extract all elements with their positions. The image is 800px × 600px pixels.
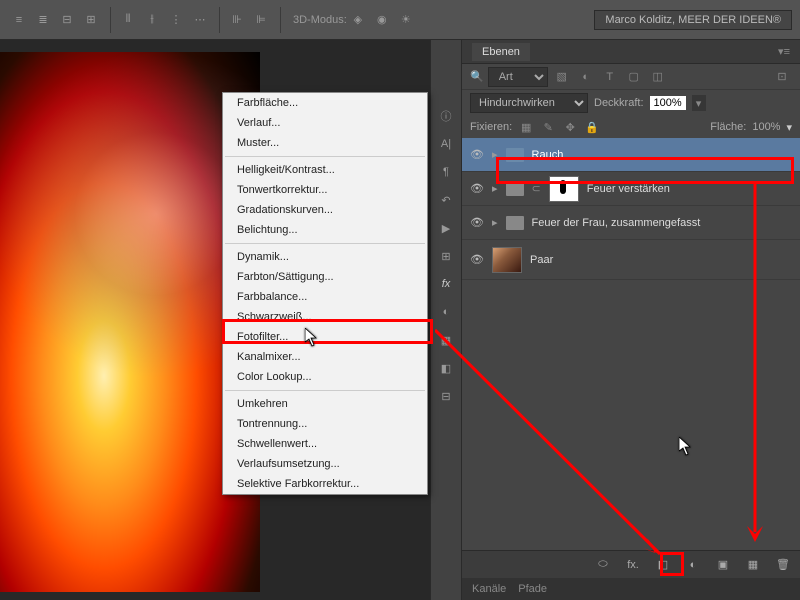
distribute-icon[interactable]: ⫴ (117, 9, 139, 31)
opacity-arrow-icon[interactable]: ▾ (692, 95, 706, 111)
document-canvas[interactable] (0, 52, 260, 592)
visibility-icon[interactable]: 👁 (470, 148, 484, 161)
menu-item[interactable]: Umkehren (223, 394, 427, 414)
menu-item[interactable]: Kanalmixer... (223, 347, 427, 367)
align-icon[interactable]: ≡ (8, 9, 30, 31)
menu-item[interactable]: Schwellenwert... (223, 434, 427, 454)
filter-smart-icon[interactable]: ◫ (648, 69, 668, 85)
space-icon[interactable]: ⊪ (226, 9, 248, 31)
adjustment-layer-icon[interactable]: ◐ (684, 559, 702, 571)
layer-filter-row: 🔍 Art ▧ ◐ T ▢ ◫ ⊡ (462, 64, 800, 90)
options-bar: ≡ ≣ ⊟ ⊞ ⫴ ⫲ ⋮ ⋯ ⊪ ⊫ 3D-Modus: ◈ ◉ ☀ Marc… (0, 0, 800, 40)
new-group-icon[interactable]: ▣ (714, 558, 732, 571)
type-panel-icon[interactable]: A| (434, 132, 458, 156)
tab-paths[interactable]: Pfade (518, 583, 547, 595)
fill-arrow-icon[interactable]: ▾ (786, 121, 792, 134)
menu-item[interactable]: Belichtung... (223, 220, 427, 240)
layer-row-rauch[interactable]: 👁 ▸ Rauch (462, 138, 800, 172)
light-icon[interactable]: ☀ (395, 9, 417, 31)
fill-value[interactable]: 100% (752, 121, 780, 133)
menu-item[interactable]: Gradationskurven... (223, 200, 427, 220)
menu-item[interactable]: Farbfläche... (223, 93, 427, 113)
filter-shape-icon[interactable]: ▢ (624, 69, 644, 85)
menu-item[interactable]: Color Lookup... (223, 367, 427, 387)
menu-separator (225, 243, 425, 244)
mode3d-label: 3D-Modus: (293, 14, 347, 26)
info-icon[interactable]: ⓘ (434, 104, 458, 128)
blend-mode-select[interactable]: Hindurchwirken (470, 93, 588, 113)
filter-toggle-icon[interactable]: ⊡ (772, 69, 792, 85)
filter-type-select[interactable]: Art (488, 67, 548, 87)
tab-channels[interactable]: Kanäle (472, 583, 506, 595)
menu-separator (225, 156, 425, 157)
menu-item[interactable]: Tonwertkorrektur... (223, 180, 427, 200)
cursor-icon (679, 437, 693, 457)
new-layer-icon[interactable]: ▦ (744, 558, 762, 571)
menu-item[interactable]: Selektive Farbkorrektur... (223, 474, 427, 494)
blend-row: Hindurchwirken Deckkraft: 100% ▾ (462, 90, 800, 116)
panel-tabs: Ebenen ▾≡ (462, 40, 800, 64)
menu-item[interactable]: Verlaufsumsetzung... (223, 454, 427, 474)
layer-name[interactable]: Rauch (532, 149, 564, 161)
annotation-arrow-1 (435, 180, 685, 575)
menu-separator (225, 390, 425, 391)
filter-adjust-icon[interactable]: ◐ (576, 69, 596, 85)
tab-layers[interactable]: Ebenen (472, 43, 530, 61)
menu-item[interactable]: Farbton/Sättigung... (223, 267, 427, 287)
menu-item[interactable]: Tontrennung... (223, 414, 427, 434)
lock-row: Fixieren: ▦ ✎ ✥ 🔒 Fläche: 100% ▾ (462, 116, 800, 138)
menu-item[interactable]: Farbbalance... (223, 287, 427, 307)
adjustment-layer-context-menu: Farbfläche...Verlauf...Muster... Helligke… (222, 92, 428, 495)
distribute-icon[interactable]: ⋮ (165, 9, 187, 31)
trash-icon[interactable]: 🗑 (774, 558, 792, 571)
align-icon[interactable]: ⊞ (80, 9, 102, 31)
align-icon[interactable]: ≣ (32, 9, 54, 31)
panel-menu-icon[interactable]: ▾≡ (778, 45, 790, 58)
folder-icon (506, 148, 524, 162)
menu-item[interactable]: Helligkeit/Kontrast... (223, 160, 427, 180)
lower-panel-tabs: Kanäle Pfade (462, 578, 800, 600)
space-icon[interactable]: ⊫ (250, 9, 272, 31)
align-icon[interactable]: ⊟ (56, 9, 78, 31)
cursor-icon (305, 328, 319, 348)
fill-label: Fläche: (710, 121, 746, 133)
annotation-arrow-2 (740, 182, 770, 552)
lock-position-icon[interactable]: ✥ (562, 121, 578, 134)
opacity-value[interactable]: 100% (650, 96, 686, 110)
author-label: Marco Kolditz, MEER DER IDEEN® (594, 10, 792, 30)
lock-transparent-icon[interactable]: ▦ (518, 121, 534, 134)
distribute-icon[interactable]: ⫲ (141, 9, 163, 31)
menu-item[interactable]: Muster... (223, 133, 427, 153)
lock-pixels-icon[interactable]: ✎ (540, 121, 556, 134)
lock-label: Fixieren: (470, 121, 512, 133)
opacity-label: Deckkraft: (594, 97, 644, 109)
distribute-icon[interactable]: ⋯ (189, 9, 211, 31)
sphere-icon[interactable]: ◉ (371, 9, 393, 31)
filter-type-icon[interactable]: T (600, 69, 620, 85)
fire-image (0, 52, 260, 592)
twirl-icon[interactable]: ▸ (492, 148, 498, 161)
cube-icon[interactable]: ◈ (347, 9, 369, 31)
menu-item[interactable]: Dynamik... (223, 247, 427, 267)
menu-item[interactable]: Verlauf... (223, 113, 427, 133)
menu-item[interactable]: Schwarzweiß... (223, 307, 427, 327)
lock-all-icon[interactable]: 🔒 (584, 121, 600, 134)
filter-pixel-icon[interactable]: ▧ (552, 69, 572, 85)
menu-item[interactable]: Fotofilter... (223, 327, 427, 347)
